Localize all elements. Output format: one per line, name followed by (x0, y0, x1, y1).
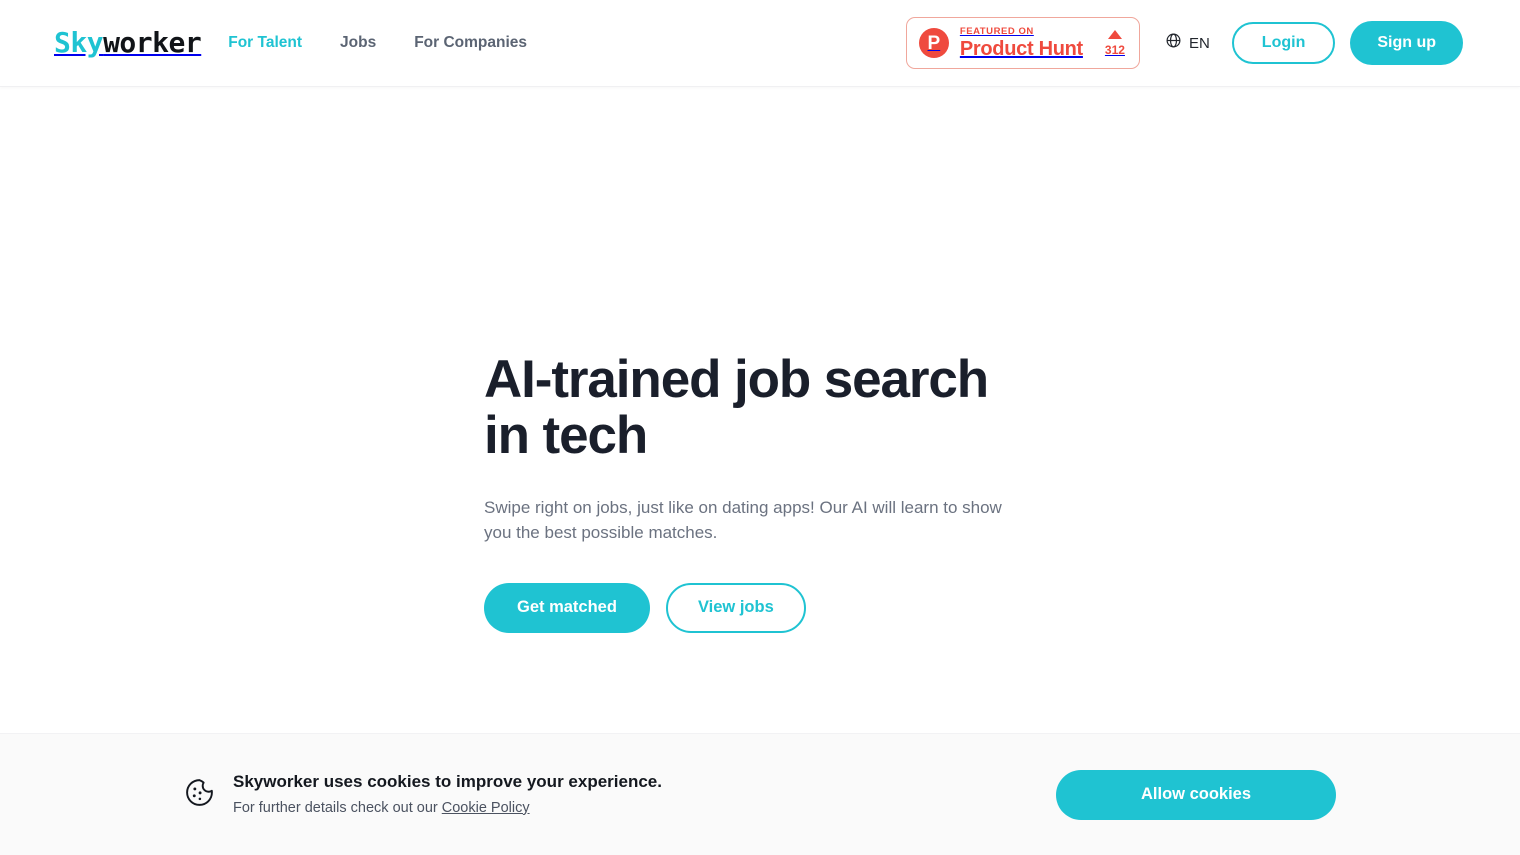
hero-section: AI-trained job search in tech Swipe righ… (0, 87, 1520, 733)
logo-text-worker: worker (103, 26, 202, 59)
get-matched-button[interactable]: Get matched (484, 582, 650, 633)
login-button[interactable]: Login (1231, 22, 1336, 64)
page-root: Skyworker For Talent Jobs For Companies … (0, 0, 1520, 855)
nav-item-for-companies[interactable]: For Companies (414, 34, 527, 52)
main-navigation: For Talent Jobs For Companies (228, 34, 527, 52)
product-hunt-featured-label: FEATURED ON (959, 25, 1034, 37)
view-jobs-button[interactable]: View jobs (665, 582, 806, 633)
nav-item-jobs[interactable]: Jobs (340, 34, 376, 52)
hero-title: AI-trained job search in tech (484, 350, 989, 466)
site-header: Skyworker For Talent Jobs For Companies … (0, 0, 1520, 87)
cookie-consent-banner: Skyworker uses cookies to improve your e… (0, 733, 1520, 855)
cookie-icon (184, 777, 215, 813)
hero-subtitle: Swipe right on jobs, just like on dating… (484, 498, 1002, 542)
globe-icon (1165, 32, 1182, 54)
cookie-message: Skyworker uses cookies to improve your e… (184, 772, 662, 817)
product-hunt-text: FEATURED ON Product Hunt (960, 27, 1083, 60)
logo-skyworker[interactable]: Skyworker (54, 26, 202, 59)
cookie-policy-link[interactable]: Cookie Policy (442, 800, 530, 816)
product-hunt-logo-icon: P (918, 28, 949, 58)
product-hunt-badge[interactable]: P FEATURED ON Product Hunt 312 (905, 17, 1140, 69)
product-hunt-upvote[interactable]: 312 (1105, 30, 1125, 56)
header-actions: P FEATURED ON Product Hunt 312 EN Login … (905, 17, 1463, 69)
hero-content: AI-trained job search in tech Swipe righ… (484, 350, 1044, 633)
product-hunt-upvote-count: 312 (1104, 43, 1125, 57)
logo-text-sky: Sky (54, 26, 104, 59)
product-hunt-name: Product Hunt (959, 38, 1083, 61)
language-selector[interactable]: EN (1165, 32, 1210, 54)
nav-item-for-talent[interactable]: For Talent (228, 34, 302, 52)
allow-cookies-button[interactable]: Allow cookies (1056, 769, 1336, 820)
cookie-subtitle-prefix: For further details check out our (233, 799, 442, 816)
hero-cta-group: Get matched View jobs (484, 582, 1044, 633)
triangle-up-icon (1107, 30, 1122, 39)
cookie-text-block: Skyworker uses cookies to improve your e… (233, 772, 662, 817)
language-label: EN (1188, 34, 1210, 52)
cookie-title: Skyworker uses cookies to improve your e… (233, 772, 662, 792)
cookie-subtitle: For further details check out our Cookie… (233, 800, 662, 817)
signup-button[interactable]: Sign up (1350, 21, 1463, 65)
